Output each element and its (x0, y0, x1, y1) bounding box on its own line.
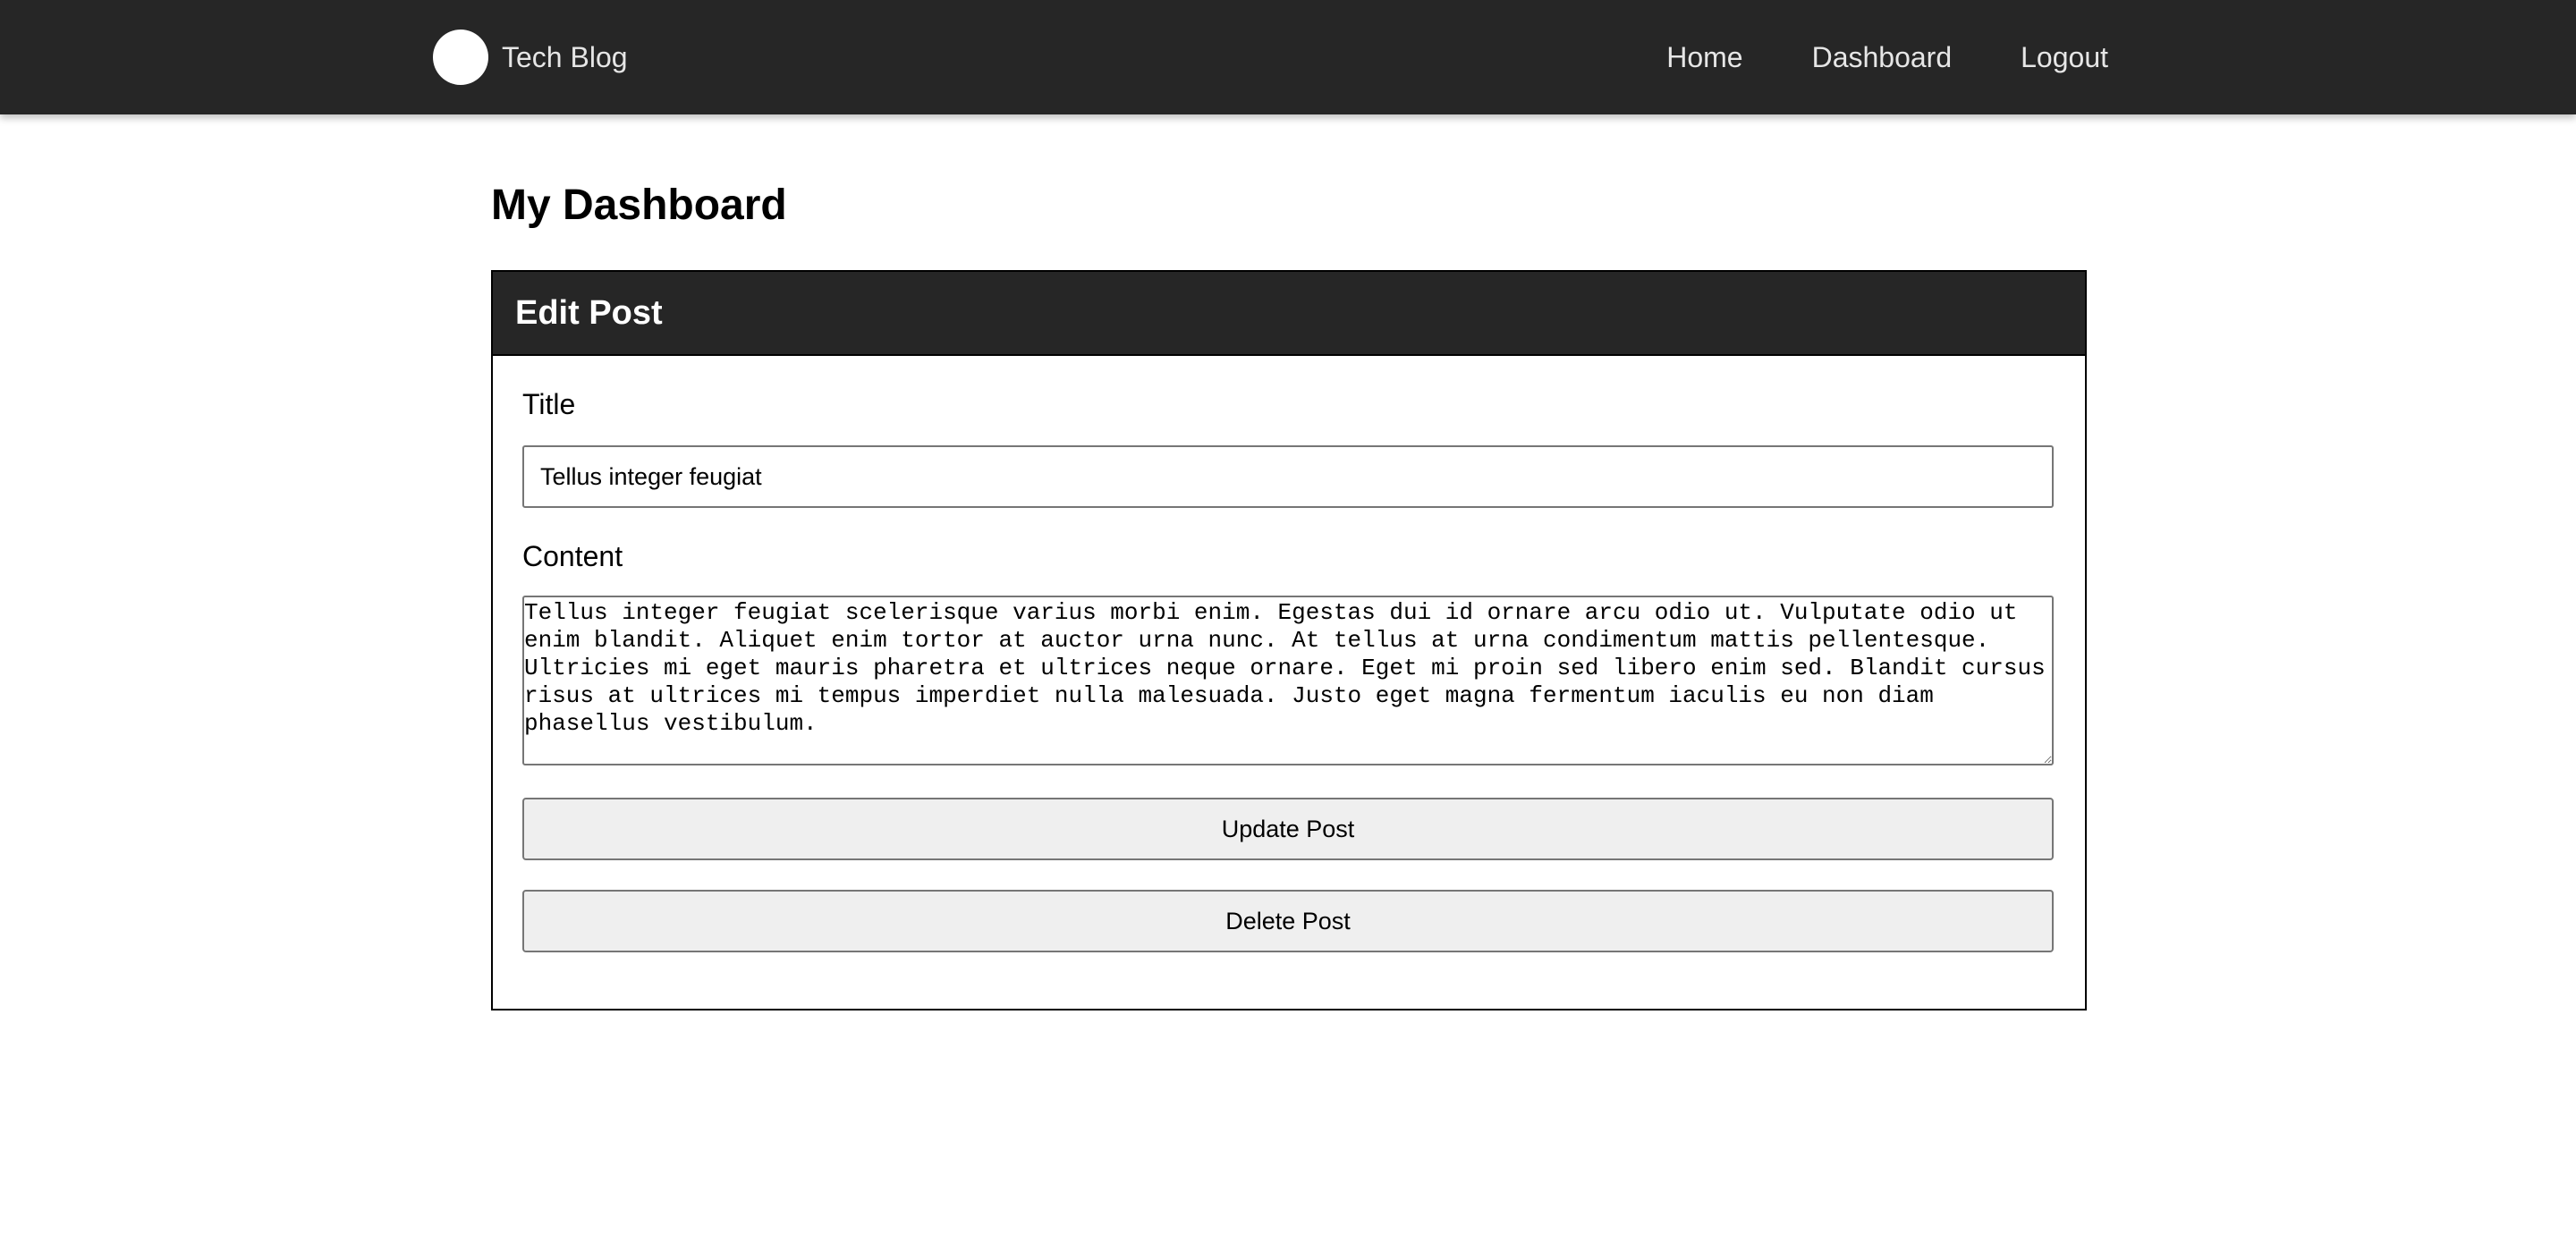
delete-post-button[interactable]: Delete Post (522, 890, 2054, 952)
brand-link[interactable]: Tech Blog (433, 29, 628, 86)
nav-link-logout[interactable]: Logout (2021, 41, 2108, 74)
navbar: Tech Blog Home Dashboard Logout (0, 0, 2576, 114)
nav-link-home[interactable]: Home (1666, 41, 1742, 74)
page-title: My Dashboard (491, 182, 787, 229)
card-header: Edit Post (493, 272, 2085, 356)
nav-link-dashboard[interactable]: Dashboard (1812, 41, 1953, 74)
content-textarea[interactable]: Tellus integer feugiat scelerisque variu… (522, 596, 2054, 765)
edit-post-card: Edit Post Title Content Tellus integer f… (491, 270, 2087, 1010)
logo-circle-icon (433, 30, 488, 85)
title-label: Title (522, 388, 576, 420)
content-label: Content (522, 540, 623, 572)
nav-links: Home Dashboard Logout (1666, 29, 2108, 86)
title-input[interactable] (522, 445, 2054, 508)
main-content: My Dashboard Edit Post Title Content Tel… (491, 170, 2087, 1010)
brand-name: Tech Blog (502, 40, 628, 73)
update-post-button[interactable]: Update Post (522, 798, 2054, 860)
